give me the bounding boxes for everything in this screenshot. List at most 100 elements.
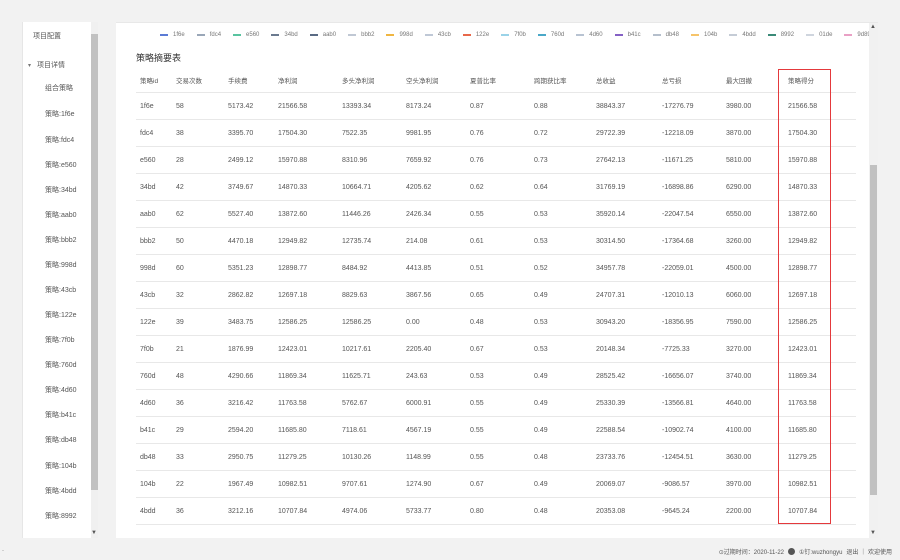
- table-cell: 24707.31: [596, 292, 626, 299]
- table-cell: 7118.61: [342, 427, 367, 434]
- sidebar-item-19[interactable]: 策略:8992: [23, 506, 91, 528]
- column-header[interactable]: 多头净利润: [342, 71, 375, 92]
- sidebar-item-5[interactable]: 策略:e560: [23, 155, 91, 177]
- legend-item[interactable]: db48: [652, 32, 679, 38]
- table-cell: 3483.75: [228, 319, 254, 326]
- table-cell: 10707.84: [278, 508, 308, 515]
- sidebar-item-11[interactable]: 策略:122e: [23, 305, 91, 327]
- sidebar-item-17[interactable]: 策略:104b: [23, 456, 91, 478]
- legend-item[interactable]: 1f6e: [160, 32, 185, 38]
- legend-item[interactable]: 34bd: [271, 32, 298, 38]
- legend-item[interactable]: 104b: [690, 32, 718, 38]
- column-header[interactable]: 策略id: [140, 71, 158, 92]
- table-cell: 3395.70: [228, 130, 254, 137]
- legend-item[interactable]: fdc4: [196, 32, 221, 38]
- sidebar-item-13[interactable]: 策略:760d: [23, 355, 91, 377]
- table-cell: 42: [176, 184, 184, 191]
- sidebar-item-12[interactable]: 策略:7f0b: [23, 330, 91, 352]
- legend-item[interactable]: 8992: [767, 32, 794, 38]
- column-header[interactable]: 空头净利润: [406, 71, 439, 92]
- table-row: 104b 22 1967.49 10982.51 9707.61 1274.90 0.67 0…: [136, 471, 856, 498]
- table-cell: 43cb: [140, 292, 156, 299]
- table-cell: 214.08: [406, 238, 428, 245]
- table-cell: 8484.92: [342, 265, 368, 272]
- legend-label: 760d: [550, 32, 565, 38]
- table-cell: -9645.24: [662, 508, 690, 515]
- main-scrollbar-thumb[interactable]: [870, 165, 877, 495]
- legend-item[interactable]: 7f0b: [501, 32, 526, 38]
- column-header[interactable]: 总收益: [596, 71, 616, 92]
- table-cell: 0.49: [534, 481, 548, 488]
- legend-item[interactable]: 760d: [537, 32, 565, 38]
- sidebar-item-2[interactable]: 组合策略: [23, 78, 91, 100]
- legend-label: 34bd: [284, 32, 298, 38]
- table-cell: 12586.25: [278, 319, 308, 326]
- sidebar-item-15[interactable]: 策略:b41c: [23, 405, 91, 427]
- table-cell: 20069.07: [596, 481, 626, 488]
- main-scrollbar[interactable]: ▲ ▼: [869, 23, 878, 538]
- table-cell: 0.55: [470, 211, 484, 218]
- sidebar-item-4[interactable]: 策略:fdc4: [23, 130, 91, 152]
- table-cell: 0.53: [534, 211, 548, 218]
- sidebar-group-project-detail[interactable]: ▾ 项目详情: [23, 55, 91, 77]
- column-header[interactable]: 夏普比率: [470, 71, 496, 92]
- table-cell: -13566.81: [662, 400, 694, 407]
- sidebar-item-16[interactable]: 策略:db48: [23, 430, 91, 452]
- scroll-up-icon[interactable]: ▲: [870, 24, 876, 30]
- table-cell: 0.48: [534, 454, 548, 461]
- sidebar-item-9[interactable]: 策略:998d: [23, 255, 91, 277]
- table-row: db48 33 2950.75 11279.25 10130.26 1148.99 0.55…: [136, 444, 856, 471]
- table-cell: 4567.19: [406, 427, 432, 434]
- table-cell: -7725.33: [662, 346, 690, 353]
- column-header[interactable]: 总亏损: [662, 71, 682, 92]
- table-cell: 5810.00: [726, 157, 752, 164]
- sidebar-item-10[interactable]: 策略:43cb: [23, 280, 91, 302]
- table-cell: 36: [176, 508, 184, 515]
- chart-legend: 1f6e fdc4 e560 34bd aab0 bbb2 998d 43cb 122e 7f0b…: [160, 29, 878, 41]
- table-cell: 760d: [140, 373, 156, 380]
- column-header[interactable]: 净利润: [278, 71, 298, 92]
- legend-item[interactable]: 43cb: [424, 32, 451, 38]
- table-cell: 0.48: [470, 319, 484, 326]
- table-cell: 0.73: [534, 157, 548, 164]
- legend-item[interactable]: bbb2: [348, 32, 374, 38]
- sidebar-item-7[interactable]: 策略:aab0: [23, 205, 91, 227]
- table-cell: 0.48: [534, 508, 548, 515]
- sidebar-scrollbar-thumb[interactable]: [91, 34, 98, 490]
- table-row: 122e 39 3483.75 12586.25 12586.25 0.00 0.48 0.5…: [136, 309, 856, 336]
- legend-item[interactable]: 998d: [386, 32, 413, 38]
- column-header[interactable]: 交易次数: [176, 71, 202, 92]
- legend-item[interactable]: aab0: [309, 32, 336, 38]
- sidebar-scroll-down-icon[interactable]: ▼: [91, 530, 97, 536]
- legend-swatch: [196, 34, 205, 36]
- table-cell: 0.55: [470, 427, 484, 434]
- legend-item[interactable]: e560: [233, 32, 259, 38]
- logout-link[interactable]: 退出: [846, 547, 858, 556]
- sidebar-item-label: 策略:e560: [45, 162, 77, 169]
- legend-item[interactable]: 4d60: [576, 32, 603, 38]
- legend-swatch: [233, 34, 242, 36]
- sidebar-item-18[interactable]: 策略:4bdd: [23, 481, 91, 503]
- sidebar-item-project-config[interactable]: 项目配置: [23, 26, 91, 48]
- column-header[interactable]: 最大回撤: [726, 71, 752, 92]
- scroll-down-icon[interactable]: ▼: [870, 530, 876, 536]
- sidebar-item-8[interactable]: 策略:bbb2: [23, 230, 91, 252]
- legend-item[interactable]: b41c: [614, 32, 641, 38]
- table-cell: -16898.86: [662, 184, 694, 191]
- legend-item[interactable]: 122e: [462, 32, 489, 38]
- table-cell: 122e: [140, 319, 156, 326]
- table-title: 策略摘要表: [136, 53, 182, 63]
- sidebar-item-6[interactable]: 策略:34bd: [23, 180, 91, 202]
- table-cell: 5733.77: [406, 508, 432, 515]
- table-cell: 1876.99: [228, 346, 254, 353]
- legend-label: 104b: [703, 32, 718, 38]
- column-header[interactable]: 跨期获比率: [534, 71, 567, 92]
- table-cell: 29722.39: [596, 130, 626, 137]
- sidebar-item-3[interactable]: 策略:1f6e: [23, 104, 91, 126]
- sidebar-item-label: 策略:998d: [45, 262, 77, 269]
- sidebar-item-14[interactable]: 策略:4d60: [23, 380, 91, 402]
- legend-item[interactable]: 4bdd: [729, 32, 756, 38]
- legend-item[interactable]: 01de: [806, 32, 832, 38]
- legend-item[interactable]: 9d89: [844, 32, 871, 38]
- column-header[interactable]: 手续费: [228, 71, 248, 92]
